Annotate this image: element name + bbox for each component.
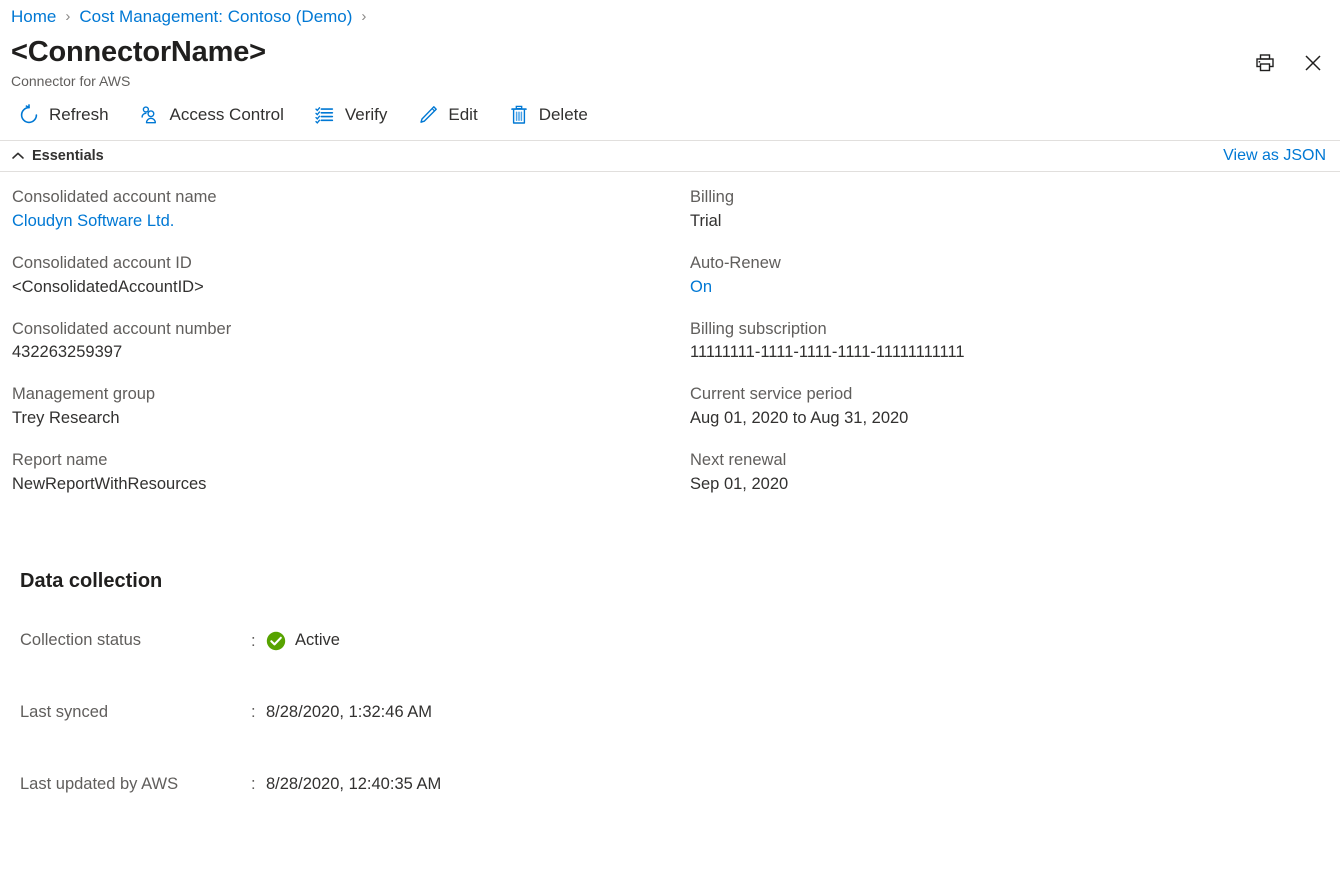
field-management-group: Management group Trey Research [12,383,690,431]
field-label: Report name [12,451,108,470]
delete-trash-icon [508,104,530,126]
row-label: Last updated by AWS [20,774,179,793]
verify-label: Verify [344,105,388,125]
close-icon [1305,55,1321,71]
field-current-service-period: Current service period Aug 01, 2020 to A… [690,383,1330,431]
edit-button[interactable]: Edit [417,100,491,130]
verify-button[interactable]: Verify [314,100,402,130]
row-value: 8/28/2020, 1:32:46 AM [266,703,433,722]
field-label: Billing subscription [690,319,827,338]
edit-pencil-icon [417,104,439,126]
field-label: Management group [12,385,156,404]
field-label: Consolidated account number [12,319,232,338]
data-collection-title: Data collection [20,570,163,593]
delete-label: Delete [538,105,588,125]
title-actions [1252,36,1326,76]
field-consolidated-account-id: Consolidated account ID <ConsolidatedAcc… [12,252,690,300]
essentials-bar: Essentials View as JSON [0,141,1340,171]
row-colon: : [251,775,256,794]
field-report-name: Report name NewReportWithResources [12,449,690,497]
data-collection-section: Data collection Collection status : Acti… [0,497,1340,795]
data-collection-row-last-updated: Last updated by AWS : 8/28/2020, 12:40:3… [20,775,1340,795]
access-control-button[interactable]: Access Control [139,100,298,130]
row-value: 8/28/2020, 12:40:35 AM [266,774,442,793]
field-value: <ConsolidatedAccountID> [12,277,204,296]
field-value[interactable]: Cloudyn Software Ltd. [12,210,690,234]
row-label: Last synced [20,703,109,722]
field-value: 11111111-1111-1111-1111-11111111111 [690,343,965,362]
page-title: <ConnectorName> [11,36,266,68]
data-collection-row-last-synced: Last synced : 8/28/2020, 1:32:46 AM [20,703,1340,723]
field-value: Trial [690,211,722,230]
row-colon: : [251,703,256,722]
chevron-up-icon [12,152,24,159]
field-value[interactable]: On [690,276,1330,300]
essentials-label: Essentials [32,147,104,164]
row-label: Collection status [20,631,142,650]
print-button[interactable] [1252,50,1278,76]
field-consolidated-account-name: Consolidated account name Cloudyn Softwa… [12,186,690,234]
field-label: Consolidated account name [12,187,217,206]
field-consolidated-account-number: Consolidated account number 432263259397 [12,318,690,366]
field-label: Consolidated account ID [12,253,192,272]
refresh-label: Refresh [49,105,109,125]
command-bar: Refresh Access Control Verify Edit Delet… [0,90,1340,140]
page-header: <ConnectorName> Connector for AWS [0,28,1340,90]
field-auto-renew: Auto-Renew On [690,252,1330,300]
field-label: Billing [690,187,735,206]
verify-list-icon [314,104,336,126]
breadcrumb-item-home[interactable]: Home [11,8,56,25]
success-check-icon [266,631,286,651]
access-control-icon [139,104,161,126]
refresh-button[interactable]: Refresh [18,100,123,130]
essentials-details: Consolidated account name Cloudyn Softwa… [0,172,1340,497]
print-icon [1256,54,1274,72]
breadcrumb-separator-icon-2: › [361,7,367,25]
field-billing-subscription: Billing subscription 11111111-1111-1111-… [690,318,1330,366]
breadcrumb-item-cost-management[interactable]: Cost Management: Contoso (Demo) [79,8,352,25]
field-value: Sep 01, 2020 [690,475,789,494]
access-control-label: Access Control [169,105,284,125]
field-next-renewal: Next renewal Sep 01, 2020 [690,449,1330,497]
view-as-json-link[interactable]: View as JSON [1223,147,1326,164]
field-label: Next renewal [690,451,787,470]
field-value: 432263259397 [12,343,123,362]
breadcrumb: Home › Cost Management: Contoso (Demo) › [0,0,1340,28]
field-value: Aug 01, 2020 to Aug 31, 2020 [690,409,909,428]
edit-label: Edit [448,105,478,125]
essentials-toggle[interactable]: Essentials [11,149,104,164]
row-value-wrap: Active [266,631,340,651]
field-value: Trey Research [12,409,120,428]
status-badge: Active [295,631,340,650]
data-collection-row-status: Collection status : Active [20,631,1340,651]
field-value: NewReportWithResources [12,475,207,494]
page-subtitle: Connector for AWS [11,73,131,90]
field-label: Current service period [690,385,853,404]
close-button[interactable] [1300,50,1326,76]
delete-button[interactable]: Delete [508,100,602,130]
refresh-icon [18,103,40,126]
essentials-right-column: Billing Trial Auto-Renew On Billing subs… [690,186,1330,497]
essentials-left-column: Consolidated account name Cloudyn Softwa… [0,186,690,497]
field-billing: Billing Trial [690,186,1330,234]
title-block: <ConnectorName> Connector for AWS [11,36,266,90]
breadcrumb-separator-icon: › [65,7,71,25]
row-colon: : [251,631,256,650]
field-label: Auto-Renew [690,253,781,272]
